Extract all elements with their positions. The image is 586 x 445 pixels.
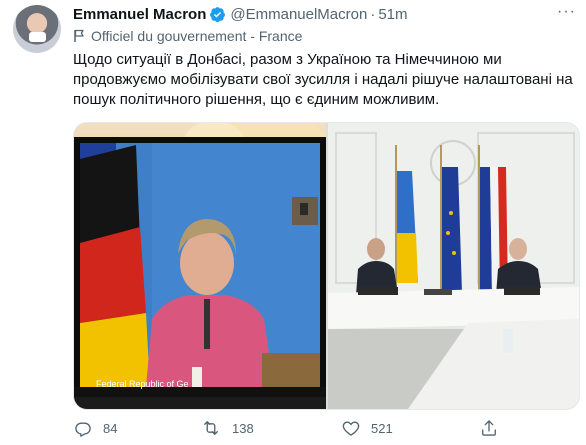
meeting-room-illustration	[328, 123, 579, 409]
reply-icon	[75, 422, 91, 437]
like-count: 521	[371, 420, 393, 436]
affiliation-label: Officiel du gouvernement - France	[73, 28, 302, 44]
verified-badge-icon	[210, 6, 226, 22]
photo-meeting-room[interactable]	[328, 123, 579, 409]
retweet-count: 138	[232, 420, 254, 436]
share-button[interactable]	[479, 418, 509, 438]
separator-dot: ·	[370, 5, 376, 23]
reply-button[interactable]: 84	[73, 418, 117, 438]
more-icon[interactable]: ···	[557, 3, 576, 21]
retweet-icon	[204, 421, 218, 435]
like-button[interactable]: 521	[341, 418, 393, 438]
video-call-illustration	[74, 123, 326, 409]
photo-video-call[interactable]: Federal Republic of Ge	[74, 123, 326, 409]
affiliation-text: Officiel du gouvernement - France	[91, 28, 303, 44]
avatar[interactable]	[13, 5, 61, 53]
tweet[interactable]: Emmanuel Macron @EmmanuelMacron · 51m ··…	[0, 0, 586, 445]
reply-count: 84	[103, 420, 118, 436]
flag-icon	[74, 29, 84, 42]
author-name[interactable]: Emmanuel Macron	[73, 6, 206, 23]
tweet-timestamp[interactable]: 51m	[378, 6, 407, 23]
tweet-header: Emmanuel Macron @EmmanuelMacron · 51m	[73, 4, 408, 24]
media-grid[interactable]: Federal Republic of Ge	[73, 122, 580, 410]
action-bar: 84 138 521	[73, 418, 578, 442]
like-icon	[342, 421, 360, 436]
retweet-button[interactable]: 138	[200, 418, 254, 438]
tweet-text: Щодо ситуації в Донбасі, разом з Україно…	[73, 51, 573, 108]
share-icon	[482, 420, 496, 436]
video-caption: Federal Republic of Ge	[96, 379, 189, 389]
avatar-mask	[29, 32, 46, 42]
author-handle[interactable]: @EmmanuelMacron	[230, 6, 367, 23]
